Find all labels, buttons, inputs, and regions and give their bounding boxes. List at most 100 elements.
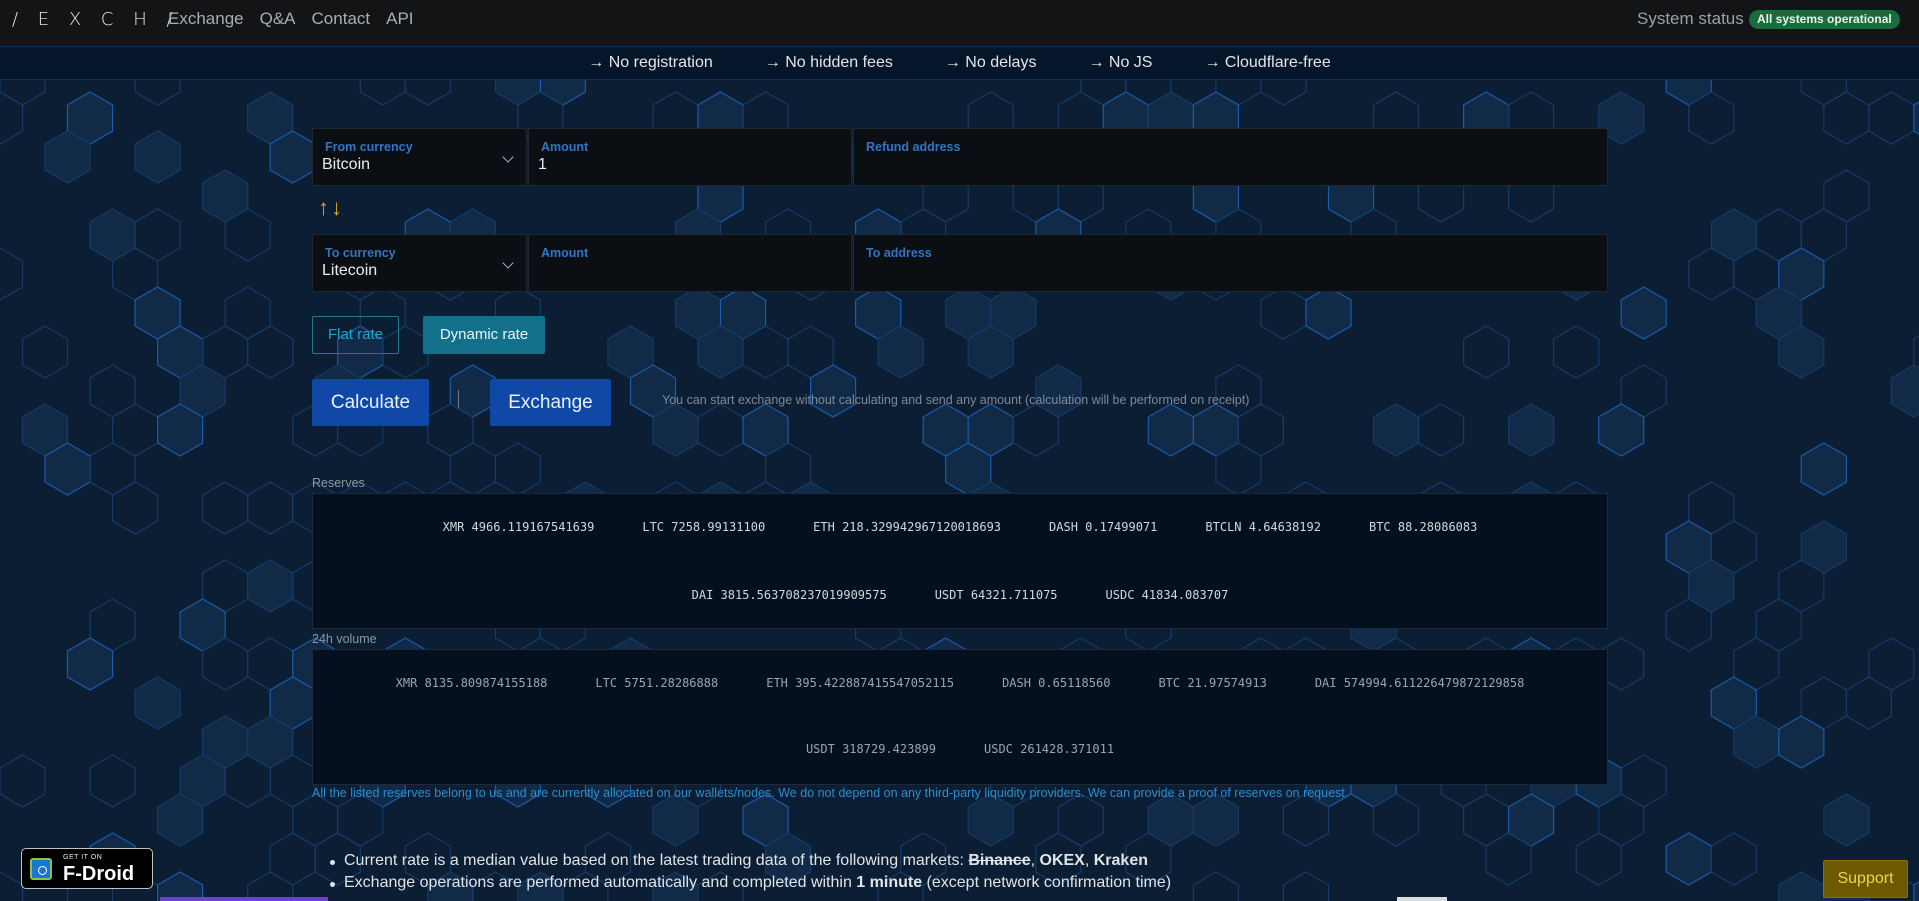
hexagon-shape [1755,598,1802,652]
hexagon-shape [1778,871,1825,901]
hexagon-shape [1282,871,1330,901]
hexagon-shape [247,559,294,613]
hexagon-shape [1823,91,1870,145]
hexagon-shape [292,793,339,847]
nav-link-exchange[interactable]: Exchange [168,9,244,29]
feature-no-delays: → No delays [944,54,1037,71]
chevron-down-icon [502,257,514,269]
hexagon-shape [224,286,271,340]
reserve-dai: DAI 3815.563708237019909575 [691,588,887,602]
nav-link-qa[interactable]: Q&A [260,9,296,29]
hexagon-shape [66,637,114,691]
hexagon-shape [1845,676,1893,730]
market-kraken: Kraken [1093,852,1148,869]
flat-rate-button[interactable]: Flat rate [312,316,399,354]
hexagon-shape [1462,325,1510,379]
hexagon-shape [1417,403,1465,457]
hexagon-shape [89,208,136,262]
hexagon-shape [1800,520,1848,574]
volume-xmr: XMR 8135.809874155188 [395,676,548,690]
volume-row-2: USDT 318729.423899 USDC 261428.371011 [313,742,1607,756]
list-item: Exchange operations are performed automa… [330,874,1171,892]
volume-btc: BTC 21.97574913 [1158,676,1267,690]
hexagon-shape [742,403,789,457]
hexagon-shape [1192,403,1240,457]
feature-no-registration: → No registration [588,54,713,71]
hexagon-shape [0,754,46,808]
swap-arrows-icon[interactable]: ↑↓ [318,195,344,221]
from-amount-label: Amount [541,140,589,154]
hexagon-shape [494,442,542,496]
to-currency-select[interactable]: To currency Litecoin [312,234,527,292]
reserve-btcln: BTCLN 4.64638192 [1205,520,1321,534]
reserve-dash: DASH 0.17499071 [1049,520,1158,534]
info-text: Exchange operations are performed automa… [344,874,857,891]
volume-label: 24h volume [312,632,377,646]
hexagon-shape [111,403,159,457]
hexagon-shape [967,793,1014,847]
system-status-link[interactable]: System status [1637,9,1744,29]
refund-address-label: Refund address [866,140,961,154]
support-button[interactable]: Support [1823,860,1908,898]
hexagon-shape [1823,169,1870,223]
hexagon-shape [1147,793,1195,847]
hexagon-shape [269,832,316,886]
fdroid-badge[interactable]: GET IT ON F-Droid [21,848,153,889]
feature-no-js: → No JS [1088,54,1153,71]
volume-usdc: USDC 261428.371011 [984,742,1115,756]
reserve-usdt: USDT 64321.711075 [934,588,1058,602]
from-amount-value: 1 [538,156,547,173]
to-address-input[interactable]: To address [853,234,1608,292]
volume-usdt: USDT 318729.423899 [805,742,936,756]
hexagon-shape [89,364,136,418]
info-sep: , [1030,852,1040,869]
nav-link-contact[interactable]: Contact [312,9,371,29]
hexagon-shape [1192,793,1240,847]
hexagon-shape [111,481,159,535]
hexagon-shape [1305,286,1352,340]
reserves-label: Reserves [312,476,365,490]
top-navbar: / E X C H / Exchange Q&A Contact API Sys… [0,0,1919,46]
button-divider [458,390,459,408]
hexagon-shape [247,481,294,535]
features-bar: → No registration → No hidden fees → No … [0,46,1919,80]
hexagon-shape [1710,208,1757,262]
hexagon-shape [1598,403,1645,457]
feature-no-hidden-fees: → No hidden fees [764,54,893,71]
reserves-note: All the listed reserves belong to us and… [312,786,1349,800]
dynamic-rate-button[interactable]: Dynamic rate [423,316,545,354]
info-text: (except network confirmation time) [922,874,1172,891]
hexagon-shape [1035,364,1082,418]
reserve-usdc: USDC 41834.083707 [1105,588,1229,602]
to-amount-input[interactable]: Amount [528,234,852,292]
bottom-strip [160,897,328,901]
hexagon-shape [0,91,24,145]
hexagon-shape [1260,286,1307,340]
nav-links: Exchange Q&A Contact API [168,9,414,29]
hexagon-shape [1057,793,1104,847]
hexagon-shape [1462,793,1510,847]
feature-cloudflare-free: → Cloudflare-free [1204,54,1331,71]
fdroid-name: F-Droid [63,863,135,885]
hexagon-shape [134,676,181,730]
brand-logo[interactable]: / E X C H / [12,9,180,30]
hexagon-shape [697,403,744,457]
nav-link-api[interactable]: API [386,9,413,29]
reserve-xmr: XMR 4966.119167541639 [442,520,595,534]
to-currency-label: To currency [325,246,396,260]
refund-address-input[interactable]: Refund address [853,128,1608,186]
exchange-button[interactable]: Exchange [490,379,611,426]
hexagon-shape [202,481,249,535]
hexagon-shape [1620,286,1667,340]
status-badge: All systems operational [1749,10,1900,29]
hexagon-shape [0,247,24,301]
calculate-button[interactable]: Calculate [312,379,429,426]
hexagon-shape [1147,403,1195,457]
hexagon-shape [1913,101,1919,135]
hexagon-shape [1192,871,1240,901]
from-amount-input[interactable]: Amount 1 [528,128,852,186]
hexagon-shape [1237,403,1285,457]
from-currency-select[interactable]: From currency Bitcoin [312,128,527,186]
volume-dash: DASH 0.65118560 [1002,676,1111,690]
reserves-row-2: DAI 3815.563708237019909575 USDT 64321.7… [313,588,1607,602]
